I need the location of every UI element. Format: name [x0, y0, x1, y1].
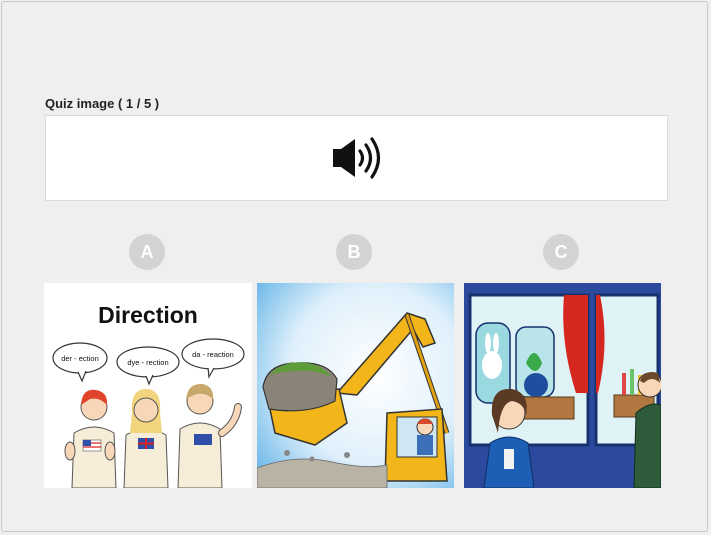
option-c-image[interactable] — [464, 283, 661, 488]
bubble-der-ection: der - ection — [61, 354, 99, 363]
option-a-image[interactable]: Direction der - ection dye - rection da … — [44, 283, 252, 488]
option-b-badge: B — [336, 234, 372, 270]
speaker-icon — [332, 137, 380, 179]
bubble-da-reaction: da - reaction — [192, 350, 234, 359]
quiz-frame: Quiz image ( 1 / 5 ) A B C Direction der… — [1, 1, 708, 532]
bubble-dye-rection: dye - rection — [127, 358, 168, 367]
direction-title: Direction — [98, 302, 198, 328]
option-b-image[interactable] — [257, 283, 454, 488]
quiz-image-label: Quiz image ( 1 / 5 ) — [45, 96, 160, 111]
option-c-badge: C — [543, 234, 579, 270]
audio-play-button[interactable] — [45, 115, 668, 201]
option-a-badge: A — [129, 234, 165, 270]
